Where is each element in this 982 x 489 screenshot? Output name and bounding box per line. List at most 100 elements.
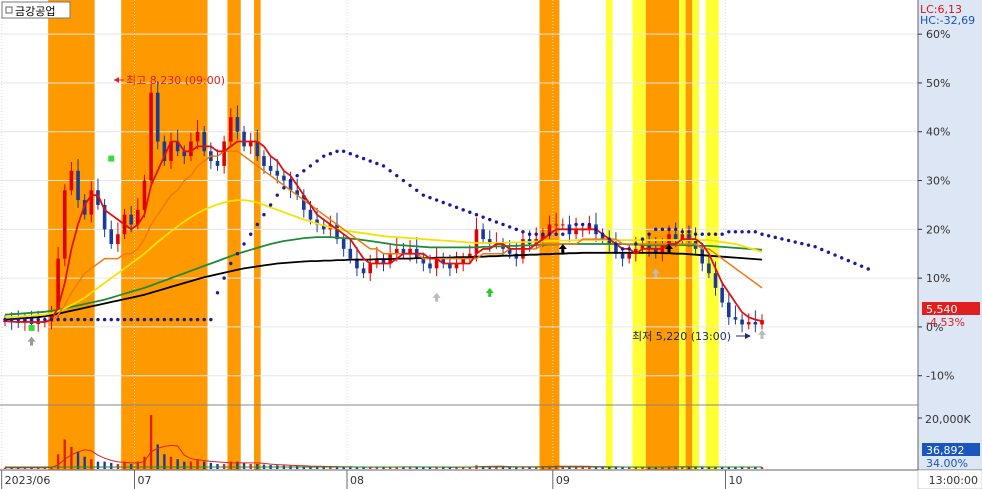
dotted-point [142, 317, 147, 322]
dotted-point [322, 154, 326, 158]
dotted-point [129, 317, 133, 322]
x-tick-label: 2023/06 [5, 474, 51, 487]
dotted-point [262, 212, 266, 217]
dotted-point [229, 261, 233, 266]
dotted-point [667, 227, 671, 232]
dotted-point [501, 222, 505, 227]
dotted-point [9, 317, 14, 322]
dotted-point [302, 169, 306, 173]
candle-body [726, 302, 731, 318]
volume-bar [176, 459, 179, 469]
dotted-point [235, 252, 240, 256]
candle-body [189, 141, 193, 157]
dotted-point [16, 317, 20, 322]
dotted-point [368, 159, 372, 163]
dotted-point [3, 317, 7, 322]
dotted-point [288, 178, 293, 183]
candle-body [109, 229, 114, 244]
dotted-point [295, 173, 299, 178]
candle-body [481, 229, 485, 240]
x-tick-label: 08 [350, 474, 364, 487]
candle-body [255, 141, 260, 157]
dotted-point [820, 247, 824, 252]
dotted-point [614, 242, 618, 246]
dotted-point [43, 317, 47, 322]
y-tick-label: 40% [926, 126, 950, 139]
dotted-point [428, 195, 432, 200]
time-readout: 13:00:00 [929, 474, 978, 487]
dotted-point [747, 230, 751, 234]
dotted-point [441, 200, 445, 205]
candle-body [740, 319, 744, 325]
volume-bar [203, 461, 206, 469]
y-tick-label: 50% [926, 77, 950, 90]
candle-body [215, 161, 220, 166]
dotted-point [82, 317, 87, 322]
stock-chart-window: 60% 50% 40% 30% 20% 10% 0% -10% 2023/06 07 08 09 10… [0, 0, 982, 489]
signal-band [227, 0, 241, 470]
dotted-point [826, 250, 831, 254]
candle-body [222, 141, 226, 166]
candle-body [235, 117, 240, 132]
candle-body [76, 170, 80, 201]
dotted-point [634, 242, 638, 246]
dotted-point [255, 222, 260, 227]
dotted-point [122, 317, 127, 322]
candle-body [361, 268, 366, 274]
price-tag-value: 5,540 [926, 303, 958, 316]
dotted-point [534, 232, 538, 236]
dotted-point [209, 317, 213, 322]
volume-bar [242, 462, 246, 469]
volume-bar [90, 459, 93, 469]
candle-body [275, 170, 280, 176]
dotted-point [189, 317, 193, 322]
dotted-point [660, 227, 665, 232]
dotted-point [275, 193, 279, 197]
dotted-point [727, 230, 731, 234]
dotted-point [395, 173, 399, 178]
candle-body [116, 234, 120, 244]
dotted-point [474, 212, 479, 217]
y-tick-label: 20% [926, 223, 950, 236]
dotted-point [793, 240, 797, 244]
dotted-point [89, 317, 94, 322]
x-tick-label: 09 [556, 474, 570, 487]
dotted-point [773, 235, 777, 240]
dotted-point [780, 237, 784, 241]
candle-body [89, 190, 94, 215]
candle-body [733, 317, 738, 320]
dotted-point [175, 317, 180, 322]
dotted-point [547, 232, 552, 236]
title-box[interactable]: 금강공업 [1, 1, 71, 19]
volume-bar [196, 459, 199, 469]
volume-bar [189, 461, 193, 469]
candle-body [746, 322, 751, 325]
dotted-point [162, 317, 167, 322]
candle-body [341, 239, 346, 249]
dotted-point [587, 222, 592, 227]
candle-body [667, 234, 671, 244]
dotted-point [859, 264, 864, 268]
checkbox-icon[interactable] [5, 6, 13, 14]
price-chart[interactable]: 60%50%40%30%20%10%0%-10% 2023/06 07 08 09 10… [0, 0, 982, 489]
volume-axis-label: 20,000K [925, 413, 971, 426]
dotted-point [335, 149, 339, 153]
dotted-point [149, 317, 153, 322]
dotted-point [733, 230, 738, 234]
dotted-point [680, 230, 685, 234]
signal-band [632, 0, 646, 470]
dotted-point [328, 152, 333, 156]
dotted-point [136, 317, 140, 322]
dotted-point [581, 222, 585, 227]
candle-body [428, 263, 432, 269]
volume-bar [621, 467, 624, 469]
y-tick-label: 30% [926, 175, 950, 188]
dotted-point [786, 238, 791, 243]
dotted-point [375, 161, 379, 166]
dotted-point [415, 188, 419, 193]
dotted-point [401, 178, 406, 183]
dotted-point [627, 247, 631, 251]
volume-bar [355, 467, 359, 469]
dotted-point [242, 242, 246, 246]
candle-body [627, 253, 631, 259]
